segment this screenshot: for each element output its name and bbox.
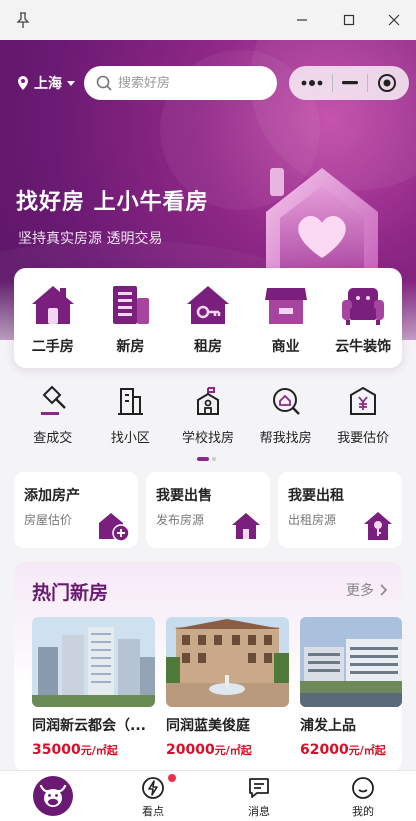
- more-link[interactable]: 更多: [346, 580, 388, 600]
- hero-subtitle: 坚持真实房源 透明交易: [18, 231, 163, 247]
- property-price: 62000元/㎡起: [300, 742, 402, 758]
- section-title: 热门新房: [32, 582, 109, 604]
- key-icon: [364, 512, 392, 540]
- page-dot-active: [197, 457, 209, 461]
- rent-house-icon: [186, 286, 229, 324]
- window-titlebar: [0, 0, 416, 40]
- lightning-icon: [142, 777, 164, 799]
- notification-badge: [168, 774, 176, 782]
- category-rent[interactable]: 租房: [173, 284, 243, 356]
- sell-house-icon: [232, 513, 260, 539]
- school-icon: [196, 387, 219, 415]
- subcategory-community[interactable]: 找小区: [95, 385, 165, 447]
- tab-home[interactable]: [33, 776, 73, 816]
- category-new-house[interactable]: 新房: [95, 284, 165, 356]
- property-name: 同润新云都会（...: [32, 718, 146, 734]
- smile-icon: [352, 777, 374, 799]
- category-label: 租房: [193, 339, 222, 355]
- rent-out-card[interactable]: 我要出租 出租房源: [278, 472, 402, 548]
- subcategory-school[interactable]: 学校找房: [173, 385, 243, 447]
- price-unit: 元/㎡起: [214, 744, 252, 757]
- miniapp-capsule: [289, 66, 409, 100]
- shop-icon: [264, 288, 307, 324]
- property-name: 同润蓝美俊庭: [166, 718, 250, 734]
- property-card[interactable]: 同润蓝美俊庭 20000元/㎡起: [166, 617, 289, 758]
- category-label: 新房: [116, 339, 145, 355]
- capsule-divider: [332, 74, 334, 92]
- page-indicator: [197, 457, 216, 461]
- property-card[interactable]: 同润新云都会（... 35000元/㎡起: [32, 617, 155, 758]
- close-icon[interactable]: [384, 10, 404, 30]
- main-category-card: 二手房 新房 租房 商业 云牛装饰: [14, 268, 402, 368]
- subcategory-label: 找小区: [110, 431, 150, 446]
- property-price: 20000元/㎡起: [166, 742, 289, 758]
- new-house-icon: [113, 286, 150, 324]
- card-title: 我要出售: [156, 488, 212, 504]
- city-name: 上海: [34, 76, 62, 92]
- subcategory-label: 学校找房: [181, 431, 234, 446]
- subcategory-find-for-me[interactable]: 帮我找房: [251, 385, 321, 447]
- sofa-icon: [342, 288, 385, 325]
- search-input[interactable]: [118, 75, 268, 91]
- category-decoration[interactable]: 云牛装饰: [328, 284, 398, 356]
- category-second-hand[interactable]: 二手房: [18, 284, 88, 356]
- tab-label: 我的: [352, 805, 374, 818]
- price-tag-icon: [350, 386, 377, 415]
- property-name: 浦发上品: [300, 718, 356, 734]
- search-bar[interactable]: [84, 66, 277, 100]
- property-photo: [300, 617, 402, 707]
- property-card[interactable]: 浦发上品 62000元/㎡起: [300, 617, 402, 758]
- hot-new-homes-section: 热门新房 更多 同润新云都会（... 35000元/㎡起 同润蓝美俊庭 2000…: [14, 562, 402, 772]
- category-label: 二手房: [31, 339, 74, 355]
- property-photo: [166, 617, 289, 707]
- tab-label: 看点: [142, 805, 164, 818]
- second-hand-house-icon: [31, 286, 74, 324]
- tab-messages[interactable]: 消息: [224, 776, 294, 819]
- gavel-icon: [40, 385, 66, 415]
- price-unit: 元/㎡起: [80, 744, 118, 757]
- price-value: 20000: [166, 742, 215, 758]
- target-icon[interactable]: [377, 73, 397, 93]
- price-unit: 元/㎡起: [348, 744, 386, 757]
- add-property-card[interactable]: 添加房产 房屋估价: [14, 472, 138, 548]
- more-label: 更多: [346, 583, 374, 599]
- hero-title: 找好房 上小牛看房: [16, 190, 209, 215]
- subcategory-label: 查成交: [33, 431, 73, 446]
- subcategory-valuation[interactable]: 我要估价: [328, 385, 398, 447]
- property-photo: [32, 617, 155, 707]
- minimize-icon[interactable]: [341, 81, 358, 85]
- property-price: 35000元/㎡起: [32, 742, 155, 758]
- chevron-down-icon: [67, 80, 75, 86]
- tab-label: 消息: [248, 805, 270, 818]
- message-icon: [249, 778, 269, 798]
- add-house-icon: [99, 513, 130, 542]
- secondary-category-grid: 查成交 找小区 学校找房 帮我找房 我要估价: [14, 385, 402, 447]
- more-icon[interactable]: [301, 79, 323, 87]
- minimize-icon[interactable]: [292, 10, 312, 30]
- tab-highlights[interactable]: 看点: [118, 776, 188, 819]
- search-icon: [96, 75, 112, 91]
- category-label: 商业: [271, 339, 300, 355]
- category-label: 云牛装饰: [335, 339, 392, 355]
- price-value: 62000: [300, 742, 349, 758]
- subcategory-label: 帮我找房: [259, 431, 312, 446]
- location-pin-icon: [18, 76, 28, 90]
- price-value: 35000: [32, 742, 81, 758]
- building-icon: [118, 388, 144, 415]
- home-bull-icon: [39, 784, 67, 807]
- chevron-right-icon: [380, 584, 388, 596]
- maximize-icon[interactable]: [339, 10, 359, 30]
- tab-mine[interactable]: 我的: [328, 776, 398, 819]
- capsule-divider: [366, 74, 368, 92]
- subcategory-deals[interactable]: 查成交: [18, 385, 88, 447]
- search-house-icon: [272, 388, 300, 415]
- card-title: 我要出租: [288, 488, 344, 504]
- sell-property-card[interactable]: 我要出售 发布房源: [146, 472, 270, 548]
- category-commercial[interactable]: 商业: [251, 284, 321, 356]
- subcategory-label: 我要估价: [337, 431, 390, 446]
- pin-icon[interactable]: [14, 11, 32, 29]
- city-selector[interactable]: 上海: [16, 73, 75, 93]
- page-dot: [212, 457, 216, 461]
- card-title: 添加房产: [24, 488, 80, 504]
